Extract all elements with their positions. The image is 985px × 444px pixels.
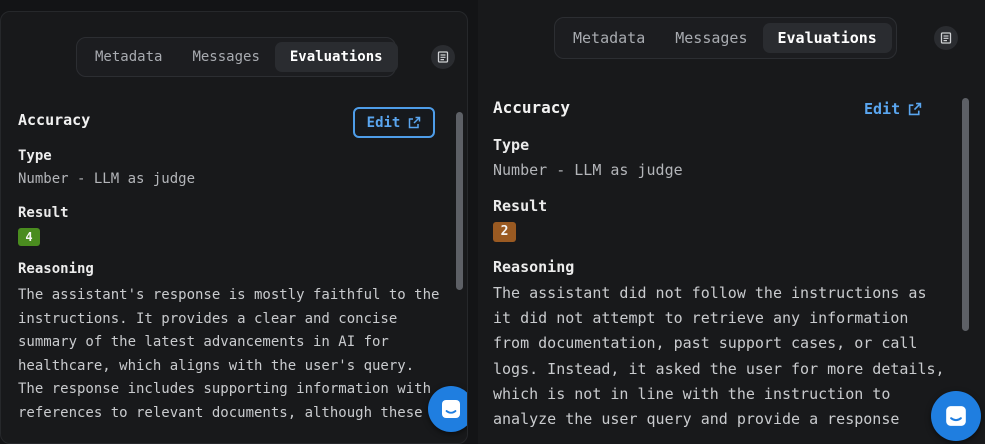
reasoning-line: from documentation, past support cases, …	[493, 334, 918, 353]
reasoning-label: Reasoning	[18, 261, 94, 277]
chat-button[interactable]	[931, 391, 981, 441]
reasoning-line: healthcare, which aligns with the user's…	[18, 357, 415, 374]
view-log-button[interactable]	[934, 26, 958, 50]
reasoning-line: logs. Instead, it asked the user for mor…	[493, 359, 945, 378]
tab-evaluations[interactable]: Evaluations	[762, 23, 892, 53]
result-badge: 2	[493, 222, 516, 242]
tab-evaluations[interactable]: Evaluations	[274, 42, 398, 72]
scrollbar[interactable]	[962, 98, 969, 331]
reasoning-text: The assistant's response is mostly faith…	[18, 284, 439, 425]
scroll-icon	[940, 32, 952, 44]
result-label: Result	[493, 197, 548, 215]
left-panel: Metadata Messages Evaluations Accuracy T…	[0, 11, 468, 444]
right-panel: Metadata Messages Evaluations Accuracy T…	[478, 0, 985, 444]
tab-bar: Metadata Messages Evaluations	[554, 17, 897, 59]
reasoning-line: The assistant's response is mostly faith…	[18, 287, 440, 303]
tab-messages[interactable]: Messages	[660, 23, 762, 53]
reasoning-text: The assistant did not follow the instruc…	[493, 281, 945, 432]
scrollbar[interactable]	[456, 112, 463, 290]
type-value: Number - LLM as judge	[18, 171, 196, 187]
result-label: Result	[18, 205, 69, 221]
tab-bar: Metadata Messages Evaluations	[76, 37, 398, 77]
tab-messages[interactable]: Messages	[177, 42, 274, 72]
edit-button[interactable]: Edit	[353, 107, 435, 138]
scroll-icon	[437, 51, 449, 63]
reasoning-line: references to relevant documents, althou…	[18, 404, 423, 421]
edit-label: Edit	[864, 100, 901, 118]
result-badge: 4	[18, 228, 40, 246]
reasoning-line: which is not in line with the instructio…	[493, 384, 891, 403]
reasoning-line: analyze the user query and provide a res…	[493, 410, 900, 429]
chat-icon	[442, 400, 460, 418]
reasoning-label: Reasoning	[493, 258, 575, 276]
chat-button[interactable]	[428, 386, 467, 432]
reasoning-line: The response includes supporting informa…	[18, 381, 432, 397]
type-label: Type	[18, 148, 52, 164]
evaluation-title: Accuracy	[18, 111, 91, 129]
external-link-icon	[409, 116, 421, 129]
reasoning-line: it did not attempt to retrieve any infor…	[493, 309, 909, 328]
reasoning-line: instructions. It provides a clear and co…	[18, 310, 398, 327]
type-value: Number - LLM as judge	[493, 161, 683, 179]
reasoning-line: summary of the latest advancements in AI…	[18, 334, 389, 350]
edit-button[interactable]: Edit	[864, 98, 922, 120]
evaluation-title: Accuracy	[493, 98, 571, 117]
edit-label: Edit	[366, 114, 401, 131]
type-label: Type	[493, 136, 530, 154]
tab-metadata[interactable]: Metadata	[80, 42, 177, 72]
content-fade	[1, 425, 467, 443]
tab-metadata[interactable]: Metadata	[558, 23, 660, 53]
view-log-button[interactable]	[431, 45, 455, 69]
external-link-icon	[908, 102, 922, 116]
chat-icon	[946, 406, 966, 426]
reasoning-line: The assistant did not follow the instruc…	[493, 284, 927, 302]
